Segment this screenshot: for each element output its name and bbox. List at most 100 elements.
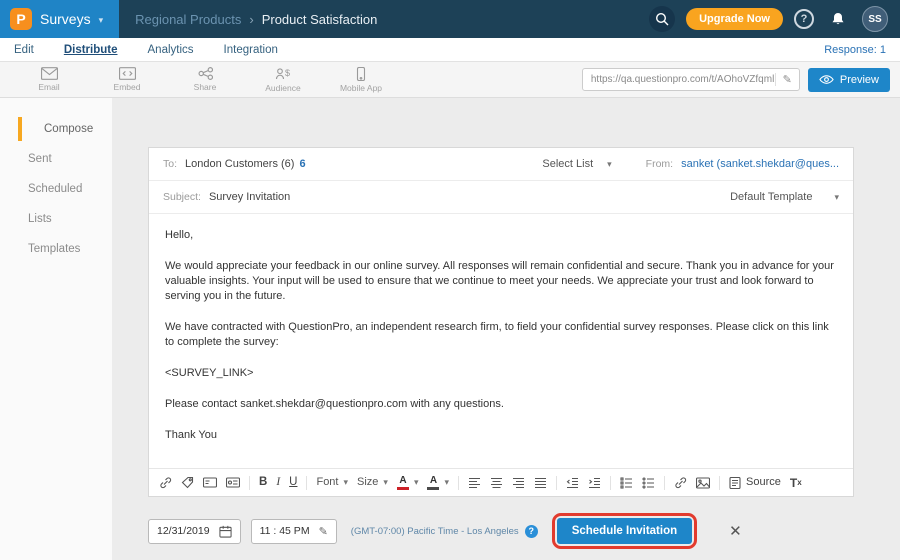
channel-embed[interactable]: Embed xyxy=(102,67,152,93)
highlight-color-swatch xyxy=(427,487,439,490)
body-paragraph: Hello, xyxy=(165,228,837,243)
ordered-list-icon[interactable] xyxy=(620,477,633,489)
sidebar-item-sent[interactable]: Sent xyxy=(0,144,112,174)
source-button[interactable]: Source xyxy=(729,477,781,489)
outdent-icon[interactable] xyxy=(566,477,579,489)
channel-share[interactable]: Share xyxy=(180,67,230,93)
toolbar-divider xyxy=(306,476,307,490)
survey-url-field[interactable]: https://qa.questionpro.com/t/AOhoVZfqml … xyxy=(582,68,800,91)
survey-url[interactable]: https://qa.questionpro.com/t/AOhoVZfqml xyxy=(591,74,775,85)
body-paragraph: We would appreciate your feedback in our… xyxy=(165,259,837,304)
text-color-swatch xyxy=(397,487,409,490)
highlight-color-button[interactable]: A▾ xyxy=(427,476,449,490)
help-button[interactable]: ? xyxy=(794,9,814,29)
align-justify-icon[interactable] xyxy=(534,477,547,489)
notifications-button[interactable] xyxy=(825,6,851,32)
svg-text:$: $ xyxy=(285,68,290,78)
embed-icon xyxy=(119,67,136,80)
tab-analytics[interactable]: Analytics xyxy=(148,44,194,56)
response-count[interactable]: Response: 1 xyxy=(824,44,886,56)
toolbar-divider xyxy=(556,476,557,490)
mobile-icon xyxy=(353,67,369,81)
breadcrumb: Regional Products › Product Satisfaction xyxy=(135,12,377,27)
indent-icon[interactable] xyxy=(588,477,601,489)
toolbar-divider xyxy=(664,476,665,490)
merge-field-icon[interactable] xyxy=(203,476,217,489)
channel-list: Email Embed Share $ Audience Mobile App xyxy=(24,67,386,93)
bold-button[interactable]: B xyxy=(259,477,267,489)
survey-tabs: Edit Distribute Analytics Integration Re… xyxy=(0,38,900,62)
chevron-down-icon: ▾ xyxy=(607,159,612,170)
chevron-down-icon: ▾ xyxy=(414,478,419,487)
size-dropdown[interactable]: Size▾ xyxy=(357,477,388,488)
insert-image-icon[interactable] xyxy=(696,477,710,489)
app-switcher[interactable]: P Surveys ▾ xyxy=(0,0,119,38)
channel-email[interactable]: Email xyxy=(24,67,74,93)
recipient-count[interactable]: 6 xyxy=(299,158,305,170)
sidebar-item-lists[interactable]: Lists xyxy=(0,204,112,234)
insert-card-icon[interactable] xyxy=(226,476,240,489)
chevron-down-icon: ▾ xyxy=(383,478,388,487)
toolbar-divider xyxy=(249,476,250,490)
upgrade-now-button[interactable]: Upgrade Now xyxy=(686,8,783,30)
breadcrumb-parent[interactable]: Regional Products xyxy=(135,12,241,27)
search-button[interactable] xyxy=(649,6,675,32)
edit-time-icon: ✎ xyxy=(319,525,328,538)
breadcrumb-separator: › xyxy=(249,12,253,27)
template-dropdown[interactable]: Default Template ▾ xyxy=(730,191,839,203)
insert-link-icon[interactable] xyxy=(159,476,172,489)
schedule-time-field[interactable]: 11 : 45 PM ✎ xyxy=(251,519,337,544)
questionpro-logo: P xyxy=(10,8,32,30)
distribute-toolbar: Email Embed Share $ Audience Mobile App … xyxy=(0,62,900,98)
select-list-dropdown[interactable]: Select List ▾ xyxy=(542,158,611,170)
bulleted-list-icon[interactable] xyxy=(642,477,655,489)
channel-mobile-app[interactable]: Mobile App xyxy=(336,67,386,93)
body-paragraph: <SURVEY_LINK> xyxy=(165,366,837,381)
font-dropdown[interactable]: Font▾ xyxy=(316,477,348,488)
sidebar-item-scheduled[interactable]: Scheduled xyxy=(0,174,112,204)
to-row: To: London Customers (6) 6 Select List ▾… xyxy=(149,148,853,181)
schedule-date-field[interactable]: 12/31/2019 xyxy=(148,519,241,544)
compose-sidebar: Compose Sent Scheduled Lists Templates xyxy=(0,98,112,560)
underline-button[interactable]: U xyxy=(289,477,297,489)
text-color-button[interactable]: A▾ xyxy=(397,476,419,490)
schedule-invitation-button[interactable]: Schedule Invitation xyxy=(557,518,692,544)
header-actions: Upgrade Now ? SS xyxy=(649,6,900,32)
channel-audience[interactable]: $ Audience xyxy=(258,67,308,93)
app-screen: P Surveys ▾ Regional Products › Product … xyxy=(0,0,900,560)
clear-format-button[interactable]: Tx xyxy=(790,477,802,489)
sidebar-item-templates[interactable]: Templates xyxy=(0,234,112,264)
avatar[interactable]: SS xyxy=(862,6,888,32)
preview-button[interactable]: Preview xyxy=(808,68,890,92)
from-value[interactable]: sanket (sanket.shekdar@ques... xyxy=(681,158,839,170)
app-name: Surveys xyxy=(40,11,91,27)
close-icon[interactable]: ✕ xyxy=(729,522,742,540)
align-left-icon[interactable] xyxy=(468,477,481,489)
tab-integration[interactable]: Integration xyxy=(224,44,278,56)
highlight-annotation: Schedule Invitation xyxy=(552,513,697,549)
timezone-help-icon[interactable]: ? xyxy=(525,525,538,538)
subject-label: Subject: xyxy=(163,191,201,203)
sidebar-item-compose[interactable]: Compose xyxy=(0,114,112,144)
tab-edit[interactable]: Edit xyxy=(14,44,34,56)
toolbar-divider xyxy=(610,476,611,490)
subject-value[interactable]: Survey Invitation xyxy=(209,191,290,203)
body-paragraph: We have contracted with QuestionPro, an … xyxy=(165,320,837,350)
hyperlink-icon[interactable] xyxy=(674,476,687,489)
align-right-icon[interactable] xyxy=(512,477,525,489)
chevron-down-icon: ▾ xyxy=(834,192,839,203)
subject-row: Subject: Survey Invitation Default Templ… xyxy=(149,181,853,214)
italic-button[interactable]: I xyxy=(276,477,280,489)
schedule-date-value: 12/31/2019 xyxy=(157,525,210,537)
body-paragraph: Thank You xyxy=(165,428,837,443)
edit-url-icon[interactable]: ✎ xyxy=(775,73,799,86)
chevron-down-icon: ▾ xyxy=(343,478,348,487)
align-center-icon[interactable] xyxy=(490,477,503,489)
bell-icon xyxy=(830,11,846,27)
to-value[interactable]: London Customers (6) xyxy=(185,158,294,170)
chevron-down-icon: ▾ xyxy=(444,478,449,487)
email-body-editor[interactable]: Hello, We would appreciate your feedback… xyxy=(149,214,853,468)
toolbar-divider xyxy=(458,476,459,490)
tab-distribute[interactable]: Distribute xyxy=(64,44,118,56)
tag-icon[interactable] xyxy=(181,476,194,489)
